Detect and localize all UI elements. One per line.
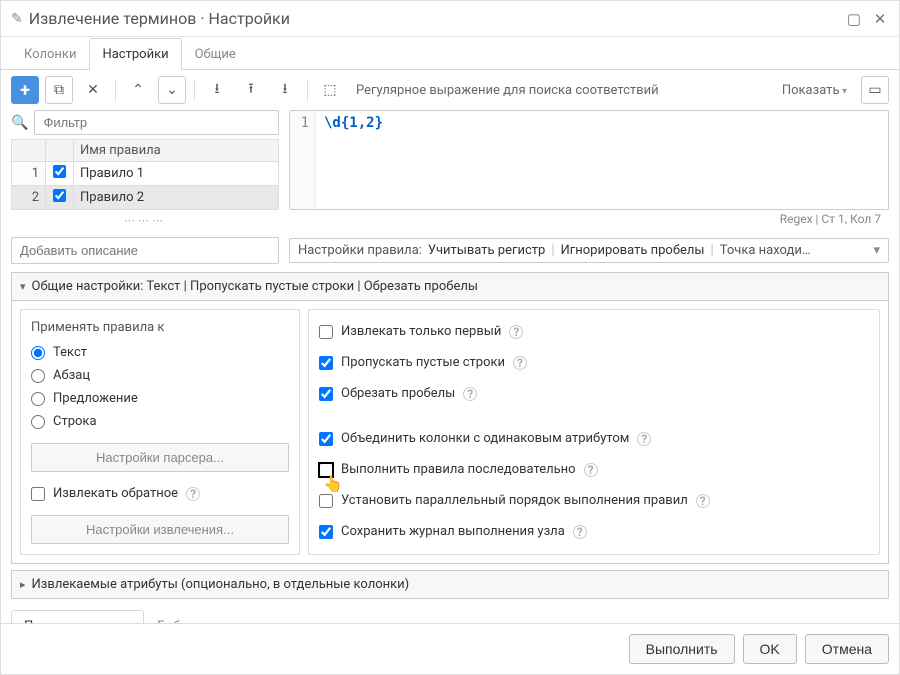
extract-settings-button[interactable]: Настройки извлечения... <box>31 515 289 544</box>
help-icon[interactable]: ? <box>186 487 200 501</box>
opt-case[interactable]: Учитывать регистр <box>428 243 545 258</box>
parser-settings-button[interactable]: Настройки парсера... <box>31 443 289 472</box>
bottom-tabs: Проверка правил Библиотека правил <box>11 609 889 623</box>
help-icon[interactable]: ? <box>513 356 527 370</box>
check-merge-cols[interactable]: Объединить колонки с одинаковым атрибуто… <box>319 427 869 450</box>
check-skip-empty[interactable]: Пропускать пустые строки? <box>319 351 869 374</box>
radio-text[interactable]: Текст <box>31 341 289 364</box>
import-button[interactable]: ⭳ <box>203 76 231 104</box>
move-up-button[interactable]: ⌃ <box>124 76 152 104</box>
content-area: 🔍 Имя правила 1 Правило 1 <box>1 110 899 623</box>
opt-dot[interactable]: Точка находи… <box>720 243 864 258</box>
section-title: Извлекаемые атрибуты (опционально, в отд… <box>32 577 410 592</box>
rule-checkbox[interactable] <box>53 165 66 178</box>
add-button[interactable]: + <box>11 76 39 104</box>
table-resize-handle[interactable]: ⋯⋯⋯ <box>11 210 279 231</box>
table-row[interactable]: 1 Правило 1 <box>12 162 279 186</box>
rules-table: Имя правила 1 Правило 1 2 Правило 2 <box>11 139 279 210</box>
move-down-button[interactable]: ⌄ <box>158 76 186 104</box>
run-button[interactable]: Выполнить <box>629 634 735 664</box>
upload-button[interactable]: ⭱ <box>237 76 265 104</box>
regex-editor[interactable]: 1 \d{1,2} <box>289 110 889 210</box>
description-input[interactable] <box>11 237 279 264</box>
rule-name-cell[interactable]: Правило 2 <box>74 186 279 210</box>
copy-button[interactable]: ⧉ <box>45 76 73 104</box>
dialog-window: ✎ Извлечение терминов · Настройки ▢ ✕ Ко… <box>0 0 900 675</box>
help-icon[interactable]: ? <box>696 494 710 508</box>
rule-name-cell[interactable]: Правило 1 <box>74 162 279 186</box>
chevron-down-icon[interactable]: ▾ <box>873 243 880 258</box>
tab-settings[interactable]: Настройки <box>89 38 181 70</box>
table-row[interactable]: 2 Правило 2 <box>12 186 279 210</box>
window-title: Извлечение терминов · Настройки <box>29 9 837 28</box>
filter-input[interactable] <box>34 110 279 135</box>
right-options-panel: Извлекать только первый? Пропускать пуст… <box>308 309 880 555</box>
radio-sentence[interactable]: Предложение <box>31 387 289 410</box>
help-icon[interactable]: ? <box>509 325 523 339</box>
col-name[interactable]: Имя правила <box>74 140 279 162</box>
tab-rule-check[interactable]: Проверка правил <box>11 610 144 623</box>
tab-rule-library[interactable]: Библиотека правил <box>144 610 289 623</box>
delete-button[interactable]: ✕ <box>79 76 107 104</box>
section-title: Общие настройки: Текст | Пропускать пуст… <box>32 279 478 294</box>
search-icon: 🔍 <box>11 115 28 131</box>
line-number: 1 <box>290 111 316 209</box>
help-icon[interactable]: ? <box>463 387 477 401</box>
toolbar-label: Регулярное выражение для поиска соответс… <box>356 83 776 98</box>
section-general-header[interactable]: ▾ Общие настройки: Текст | Пропускать пу… <box>11 272 889 301</box>
chevron-down-icon: ▾ <box>20 280 26 293</box>
check-journal[interactable]: Сохранить журнал выполнения узла? <box>319 520 869 543</box>
fullscreen-button[interactable]: ▭ <box>861 76 889 104</box>
check-sequential[interactable]: 👆 Выполнить правила последовательно? <box>319 458 869 481</box>
pencil-icon: ✎ <box>11 11 23 27</box>
top-tabs: Колонки Настройки Общие <box>1 37 899 70</box>
show-dropdown[interactable]: Показать <box>782 83 847 98</box>
section-attributes-header[interactable]: ▸ Извлекаемые атрибуты (опционально, в о… <box>11 570 889 599</box>
maximize-icon[interactable]: ▢ <box>845 10 863 28</box>
tab-columns[interactable]: Колонки <box>11 38 89 70</box>
section-general-body: Применять правила к Текст Абзац Предложе… <box>11 301 889 564</box>
cube-icon[interactable]: ⬚ <box>316 76 344 104</box>
footer: Выполнить OK Отмена <box>1 623 899 674</box>
radio-paragraph[interactable]: Абзац <box>31 364 289 387</box>
rule-options-bar: Настройки правила: Учитывать регистр| Иг… <box>289 238 889 263</box>
cancel-button[interactable]: Отмена <box>805 634 889 664</box>
tab-general[interactable]: Общие <box>182 38 249 70</box>
opt-whitespace[interactable]: Игнорировать пробелы <box>561 243 705 258</box>
check-parallel[interactable]: Установить параллельный порядок выполнен… <box>319 489 869 512</box>
regex-status: Regex | Ст 1, Кол 7 <box>289 210 889 228</box>
apply-to-panel: Применять правила к Текст Абзац Предложе… <box>20 309 300 555</box>
check-first-only[interactable]: Извлекать только первый? <box>319 320 869 343</box>
apply-to-title: Применять правила к <box>31 320 289 335</box>
download-button[interactable]: ⭳ <box>271 76 299 104</box>
chevron-right-icon: ▸ <box>20 578 26 591</box>
close-icon[interactable]: ✕ <box>871 10 889 28</box>
rule-options-label: Настройки правила: <box>298 243 422 258</box>
check-extract-inverse[interactable]: Извлекать обратное? <box>31 482 289 505</box>
titlebar: ✎ Извлечение терминов · Настройки ▢ ✕ <box>1 1 899 37</box>
radio-line[interactable]: Строка <box>31 410 289 433</box>
help-icon[interactable]: ? <box>584 463 598 477</box>
help-icon[interactable]: ? <box>573 525 587 539</box>
check-trim[interactable]: Обрезать пробелы? <box>319 382 869 405</box>
rule-checkbox[interactable] <box>53 189 66 202</box>
ok-button[interactable]: OK <box>743 634 797 664</box>
toolbar: + ⧉ ✕ ⌃ ⌄ ⭳ ⭱ ⭳ ⬚ Регулярное выражение д… <box>1 70 899 110</box>
help-icon[interactable]: ? <box>637 432 651 446</box>
